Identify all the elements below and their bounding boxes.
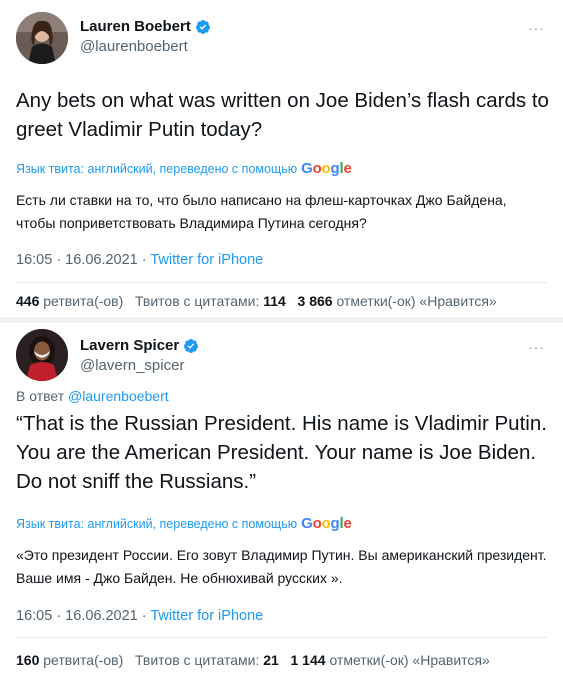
google-logo: Google	[301, 515, 352, 532]
retweets-stat[interactable]: 446 ретвита(-ов)	[16, 293, 123, 309]
google-logo: Google	[301, 160, 352, 177]
avatar[interactable]	[16, 12, 68, 64]
translated-text: «Это президент России. Его зовут Владими…	[16, 547, 547, 586]
retweets-stat[interactable]: 160 ретвита(-ов)	[16, 652, 123, 668]
translation-notice[interactable]: Язык твита: английский, переведено с пом…	[16, 160, 352, 177]
translated-text: Есть ли ставки на то, что было написано …	[16, 192, 507, 231]
engagement-stats: 160 ретвита(-ов) Твитов с цитатами: 21 1…	[16, 652, 490, 668]
engagement-stats: 446 ретвита(-ов) Твитов с цитатами: 114 …	[16, 293, 497, 309]
reply-context: В ответ @laurenboebert	[16, 388, 169, 404]
divider	[16, 637, 547, 638]
tweet-lauren-boebert[interactable]: Lauren Boebert @laurenboebert ··· Any be…	[0, 0, 563, 318]
verified-badge-icon	[184, 338, 199, 353]
tweet-meta: 16:05 · 16.06.2021 · Twitter for iPhone	[16, 252, 263, 268]
translation-notice[interactable]: Язык твита: английский, переведено с пом…	[16, 515, 352, 532]
more-options-icon[interactable]: ···	[528, 339, 545, 355]
tweet-text: “That is the Russian President. His name…	[16, 412, 547, 493]
likes-stat[interactable]: 1 144 отметки(-ок) «Нравится»	[291, 652, 490, 668]
verified-badge-icon	[195, 19, 210, 34]
translation-label: Язык твита: английский, переведено с пом…	[16, 162, 298, 176]
divider	[16, 282, 547, 283]
quotes-stat[interactable]: Твитов с цитатами: 21	[135, 652, 279, 668]
avatar[interactable]	[16, 329, 68, 381]
translation-label: Язык твита: английский, переведено с пом…	[16, 517, 298, 531]
quotes-stat[interactable]: Твитов с цитатами: 114	[135, 293, 286, 309]
tweet-text: Any bets on what was written on Joe Bide…	[16, 89, 549, 141]
handle[interactable]: @laurenboebert	[80, 38, 188, 55]
more-options-icon[interactable]: ···	[528, 20, 545, 36]
reply-prefix: В ответ	[16, 388, 65, 404]
reply-mention-link[interactable]: @laurenboebert	[68, 388, 169, 404]
tweet-lavern-spicer[interactable]: Lavern Spicer @lavern_spicer ··· В ответ…	[0, 323, 563, 680]
display-name[interactable]: Lauren Boebert	[80, 18, 191, 35]
timestamp[interactable]: 16:05 · 16.06.2021 ·	[16, 608, 150, 624]
likes-stat[interactable]: 3 866 отметки(-ок) «Нравится»	[298, 293, 497, 309]
source-link[interactable]: Twitter for iPhone	[150, 252, 263, 268]
source-link[interactable]: Twitter for iPhone	[150, 608, 263, 624]
tweet-meta: 16:05 · 16.06.2021 · Twitter for iPhone	[16, 608, 263, 624]
handle[interactable]: @lavern_spicer	[80, 357, 184, 374]
timestamp[interactable]: 16:05 · 16.06.2021 ·	[16, 252, 150, 268]
display-name[interactable]: Lavern Spicer	[80, 337, 179, 354]
